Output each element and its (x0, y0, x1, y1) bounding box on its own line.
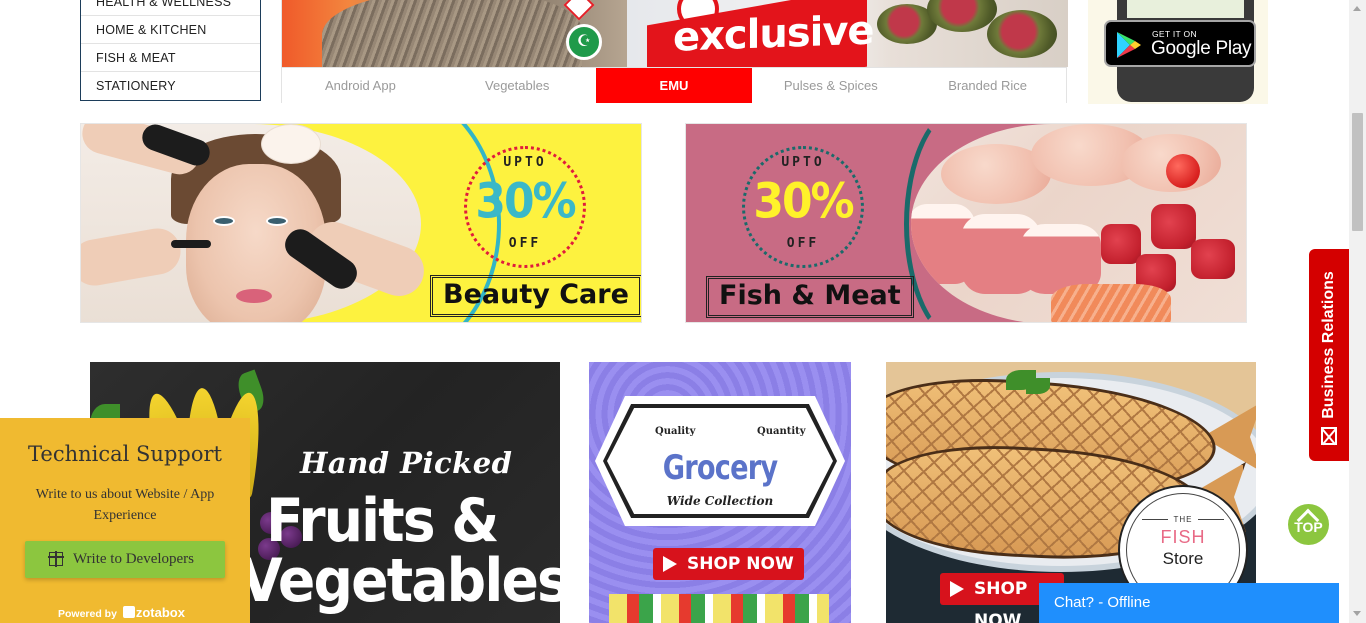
powered-by-text: Powered by (58, 608, 117, 620)
mail-icon (1321, 427, 1337, 445)
beef-cube (1151, 204, 1196, 249)
play-icon (663, 556, 677, 572)
scroll-down-arrow[interactable] (1353, 611, 1361, 616)
chat-widget[interactable]: Chat? - Offline (1039, 583, 1339, 623)
support-title: Technical Support (28, 442, 222, 466)
promo-label-beauty-care: Beauty Care (430, 275, 641, 317)
beef-cube (1191, 239, 1235, 279)
beauty-care-promo[interactable]: UPTO 30% OFF Beauty Care (80, 123, 642, 323)
eye (213, 216, 235, 226)
scroll-up-arrow[interactable] (1353, 6, 1361, 11)
hero-slider: ☪ exclusive Android App Vegetables EMU P… (281, 0, 1068, 103)
upto-text: UPTO (781, 155, 825, 170)
quantity-text: Quantity (757, 426, 806, 437)
discount-percent: 30% (475, 173, 576, 230)
scroll-to-top-button[interactable]: TOP (1288, 504, 1329, 545)
tab-emu[interactable]: EMU (595, 68, 753, 103)
tab-android-app[interactable]: Android App (282, 68, 439, 103)
technical-support-widget: Technical Support Write to us about Webs… (0, 418, 250, 623)
google-play-button[interactable]: GET IT ON Google Play (1104, 20, 1256, 67)
tab-vegetables[interactable]: Vegetables (439, 68, 596, 103)
powered-by[interactable]: Powered by zotabox (58, 605, 185, 620)
tomato (1166, 154, 1200, 188)
logo-store-text: Store (1162, 549, 1204, 568)
category-list: HEALTH & WELLNESS HOME & KITCHEN FISH & … (80, 0, 261, 101)
logo-fish-text: FISH (1160, 527, 1206, 547)
grocery-subtitle: Wide Collection (666, 494, 774, 508)
tab-pulses-spices[interactable]: Pulses & Spices (752, 68, 909, 103)
write-to-developers-button[interactable]: Write to Developers (25, 541, 225, 578)
slider-tabs: Android App Vegetables EMU Pulses & Spic… (282, 67, 1066, 103)
zotabox-icon (122, 606, 135, 618)
logo-the-text: THE (1173, 515, 1193, 524)
category-item-home-kitchen[interactable]: HOME & KITCHEN (81, 16, 260, 44)
category-item-fish-meat[interactable]: FISH & MEAT (81, 44, 260, 72)
slide-meat-image[interactable]: exclusive (627, 0, 1068, 67)
phone-screen (1127, 0, 1244, 18)
business-relations-tab[interactable]: Business Relations (1309, 249, 1349, 461)
decorative-arc (904, 124, 1024, 322)
meat-piece (927, 0, 997, 32)
banner-tagline: Hand Picked (300, 446, 513, 480)
scrollbar-thumb[interactable] (1352, 113, 1363, 231)
support-description: Write to us about Website / App Experien… (35, 487, 215, 523)
page-scrollbar[interactable] (1349, 0, 1366, 623)
emu-illustration (322, 0, 582, 67)
write-to-developers-label: Write to Developers (73, 551, 195, 567)
google-play-icon (1117, 32, 1141, 58)
meat-piece (987, 10, 1057, 58)
promo-label-fish-meat: Fish & Meat (706, 276, 914, 318)
top-label: TOP (1294, 519, 1323, 535)
tab-branded-rice[interactable]: Branded Rice (909, 68, 1066, 103)
zotabox-brand: zotabox (135, 605, 185, 620)
grocery-products (609, 594, 829, 623)
slide-emu-image[interactable]: ☪ (282, 0, 627, 67)
salmon-fillet (1051, 284, 1171, 322)
fish-meat-promo[interactable]: UPTO 30% OFF Fish & Meat (685, 123, 1247, 323)
banner-headline-line2: Vegetables (240, 546, 560, 616)
grocery-banner[interactable]: Quality Quantity Grocery Wide Collection… (589, 362, 851, 623)
upto-text: UPTO (503, 155, 547, 170)
business-relations-label: Business Relations (1320, 271, 1337, 419)
shop-now-label: SHOP NOW (687, 554, 794, 574)
discount-percent: 30% (753, 173, 854, 230)
beef-cube (1101, 224, 1141, 264)
category-item-health-wellness[interactable]: HEALTH & WELLNESS (81, 0, 260, 16)
hand (81, 224, 185, 290)
exclusive-text: exclusive (673, 7, 874, 61)
grocery-shop-now-button[interactable]: SHOP NOW (653, 548, 804, 580)
shop-now-label: SHOP NOW (974, 579, 1028, 623)
google-play-big-text: Google Play (1151, 38, 1252, 59)
eyeliner (171, 240, 211, 248)
halal-logo: ☪ (566, 24, 602, 60)
off-text: OFF (786, 236, 820, 251)
off-text: OFF (508, 236, 542, 251)
quality-text: Quality (655, 426, 696, 437)
herb (1026, 378, 1050, 394)
category-item-stationery[interactable]: STATIONERY (81, 72, 260, 100)
play-icon (950, 581, 964, 597)
gift-icon (48, 551, 64, 567)
lips (236, 289, 272, 303)
grocery-title: Grocery (662, 448, 778, 488)
